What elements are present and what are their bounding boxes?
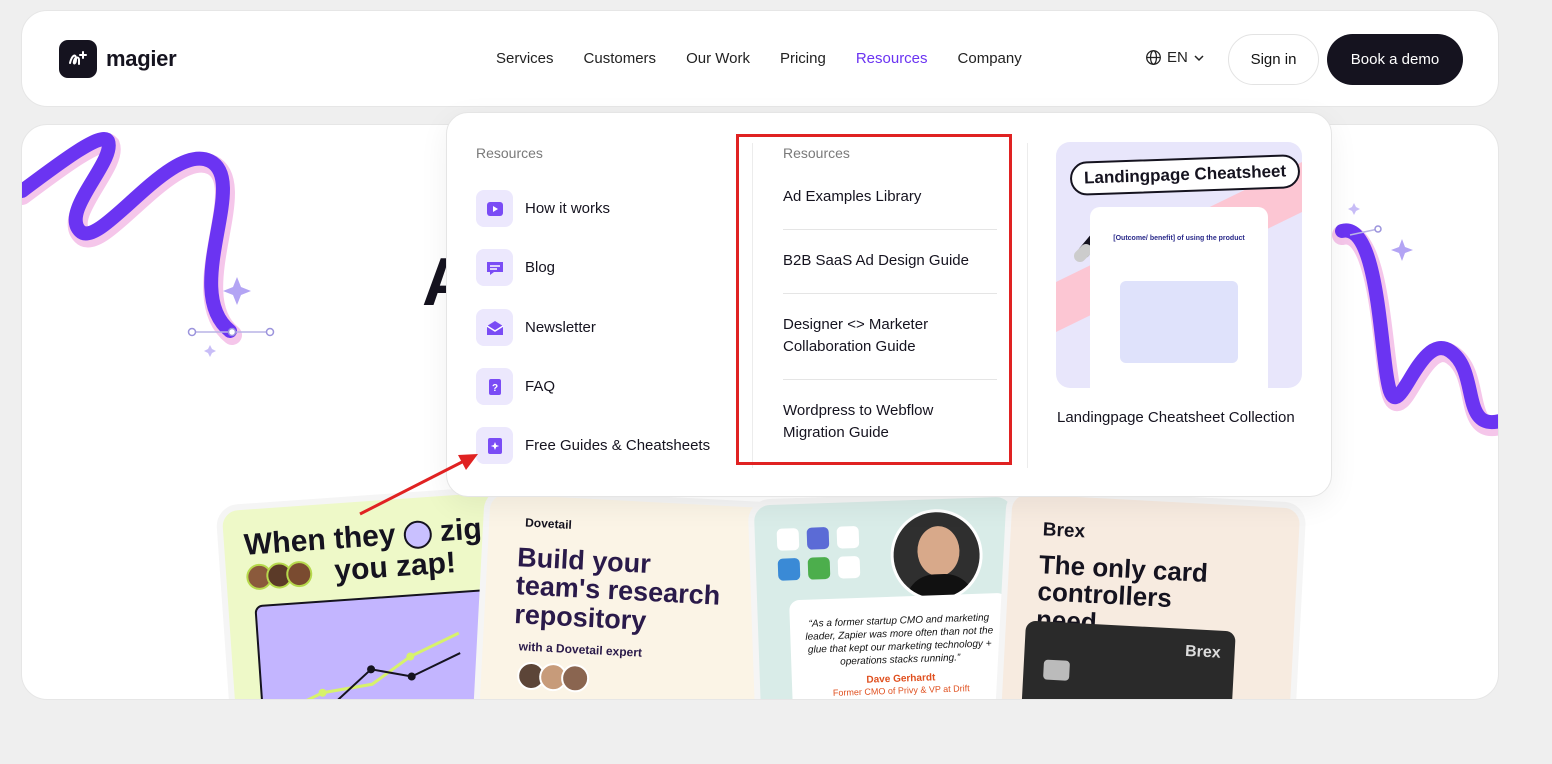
mail-icon [476,309,513,346]
main-nav: Services Customers Our Work Pricing Reso… [496,50,1022,67]
promo-image-cheatsheet[interactable]: [Outcome/ benefit] of using the product … [1056,142,1302,388]
image-placeholder-icon [1120,281,1238,363]
nav-customers[interactable]: Customers [584,50,657,67]
sparkle-book-icon [476,427,513,464]
dovetail-logo: Dovetail [524,515,573,532]
brex-logo: Brex [1042,519,1086,543]
nav-pricing[interactable]: Pricing [780,50,826,67]
testimonial-quote: “As a former startup CMO and marketing l… [789,592,1012,699]
card-title: Build your team's research repository [513,542,721,636]
landing-page-mockup: [Outcome/ benefit] of using the product [1090,207,1268,388]
brand-name: magier [106,46,177,71]
language-selector[interactable]: EN [1145,49,1205,66]
avatar [889,507,985,603]
case-card-dovetail[interactable]: Dovetail Build your team's research repo… [471,487,785,699]
book-demo-button[interactable]: Book a demo [1327,34,1463,85]
question-icon: ? [476,368,513,405]
menu-item-label: How it works [525,200,611,217]
resources-column-title: Resources [476,145,543,161]
credit-card-brand: Brex [1184,642,1222,662]
svg-text:?: ? [491,383,497,394]
card-title: When they zig you zap! [243,512,485,593]
chat-icon [476,249,513,286]
card-subtitle: with a Dovetail expert [518,639,643,660]
credit-card-image: Brex [1019,620,1236,699]
nav-company[interactable]: Company [958,50,1022,67]
left-squiggle-decoration [22,132,275,357]
menu-item-newsletter[interactable]: Newsletter [476,309,596,346]
nav-resources[interactable]: Resources [856,50,928,67]
menu-item-label: FAQ [525,378,556,395]
arrow-circle-icon [402,519,433,550]
play-icon [476,190,513,227]
menu-item-label: Free Guides & Cheatsheets [525,437,711,454]
resources-dropdown-menu: Resources How it works Blog Newsletter ?… [446,112,1332,497]
menu-item-faq[interactable]: ? FAQ [476,368,555,405]
right-squiggle-decoration [1332,203,1498,437]
promo-caption-link[interactable]: Landingpage Cheatsheet Collection [1057,409,1295,426]
case-card-testimonial[interactable]: “As a former startup CMO and marketing l… [747,490,1027,699]
mockup-headline: [Outcome/ benefit] of using the product [1113,235,1245,242]
nav-services[interactable]: Services [496,50,554,67]
card-chip-icon [1043,659,1071,681]
brand-logo[interactable]: magier [59,40,177,78]
menu-item-free-guides[interactable]: Free Guides & Cheatsheets [476,427,710,464]
case-card-brex[interactable]: Brex The only card controllers need. Bre… [993,487,1307,699]
menu-item-how-it-works[interactable]: How it works [476,190,610,227]
chevron-down-icon [1194,54,1204,61]
app-icons-grid [776,525,861,581]
menu-item-label: Blog [525,259,556,276]
card-title-part-c: you zap! [333,545,457,588]
quote-text: “As a former startup CMO and marketing l… [805,612,994,668]
highlight-annotation-box [736,134,1012,465]
avatars-group [245,559,327,593]
menu-item-blog[interactable]: Blog [476,249,555,286]
sign-in-button[interactable]: Sign in [1228,34,1319,85]
top-navbar: magier Services Customers Our Work Prici… [21,10,1499,107]
experts-avatars [516,661,590,694]
column-divider [1027,143,1028,468]
globe-icon [1146,50,1161,65]
magier-logo-icon [59,40,97,78]
card-title-part-b: zig [438,512,483,549]
menu-item-label: Newsletter [525,319,596,336]
language-label: EN [1167,49,1188,66]
nav-our-work[interactable]: Our Work [686,50,750,67]
